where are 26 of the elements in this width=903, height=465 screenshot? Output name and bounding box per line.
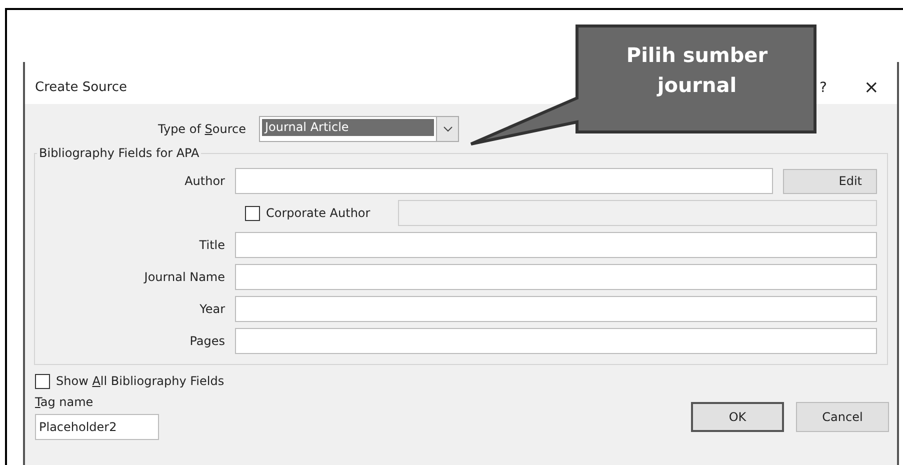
field-label: Journal Name bbox=[142, 269, 226, 286]
tag-name-field[interactable]: Placeholder2 bbox=[35, 414, 159, 440]
edit-button[interactable]: Edit bbox=[783, 168, 877, 194]
window-title: Create Source bbox=[35, 79, 127, 98]
source-type-dropdown[interactable]: Journal Article bbox=[259, 116, 459, 142]
callout-text: Pilih sumber journal bbox=[625, 42, 769, 99]
chevron-down-icon bbox=[442, 126, 452, 132]
input-field[interactable] bbox=[235, 264, 877, 290]
checkbox-label: Show All Bibliography Fields bbox=[56, 373, 224, 390]
help-button[interactable]: ? bbox=[819, 78, 827, 98]
input-field[interactable] bbox=[235, 168, 773, 194]
group-title: Bibliography Fields for APA bbox=[38, 145, 200, 162]
input-field[interactable] bbox=[235, 296, 877, 322]
checkbox-label: Corporate Author bbox=[266, 205, 372, 222]
field-label: Title bbox=[198, 237, 226, 254]
field-label: Pages bbox=[188, 333, 226, 350]
field-label: Year bbox=[198, 301, 226, 318]
checkbox[interactable] bbox=[35, 374, 50, 388]
field-label: Author bbox=[184, 173, 226, 190]
cancel-button[interactable]: Cancel bbox=[796, 402, 889, 432]
input-field[interactable] bbox=[235, 328, 877, 354]
input-field[interactable] bbox=[235, 232, 877, 258]
type-of-source-label: Type of Source bbox=[157, 121, 247, 138]
ok-button[interactable]: OK bbox=[691, 402, 784, 432]
close-button[interactable]: × bbox=[864, 74, 879, 100]
tag-name-label: Tag name bbox=[35, 394, 94, 411]
